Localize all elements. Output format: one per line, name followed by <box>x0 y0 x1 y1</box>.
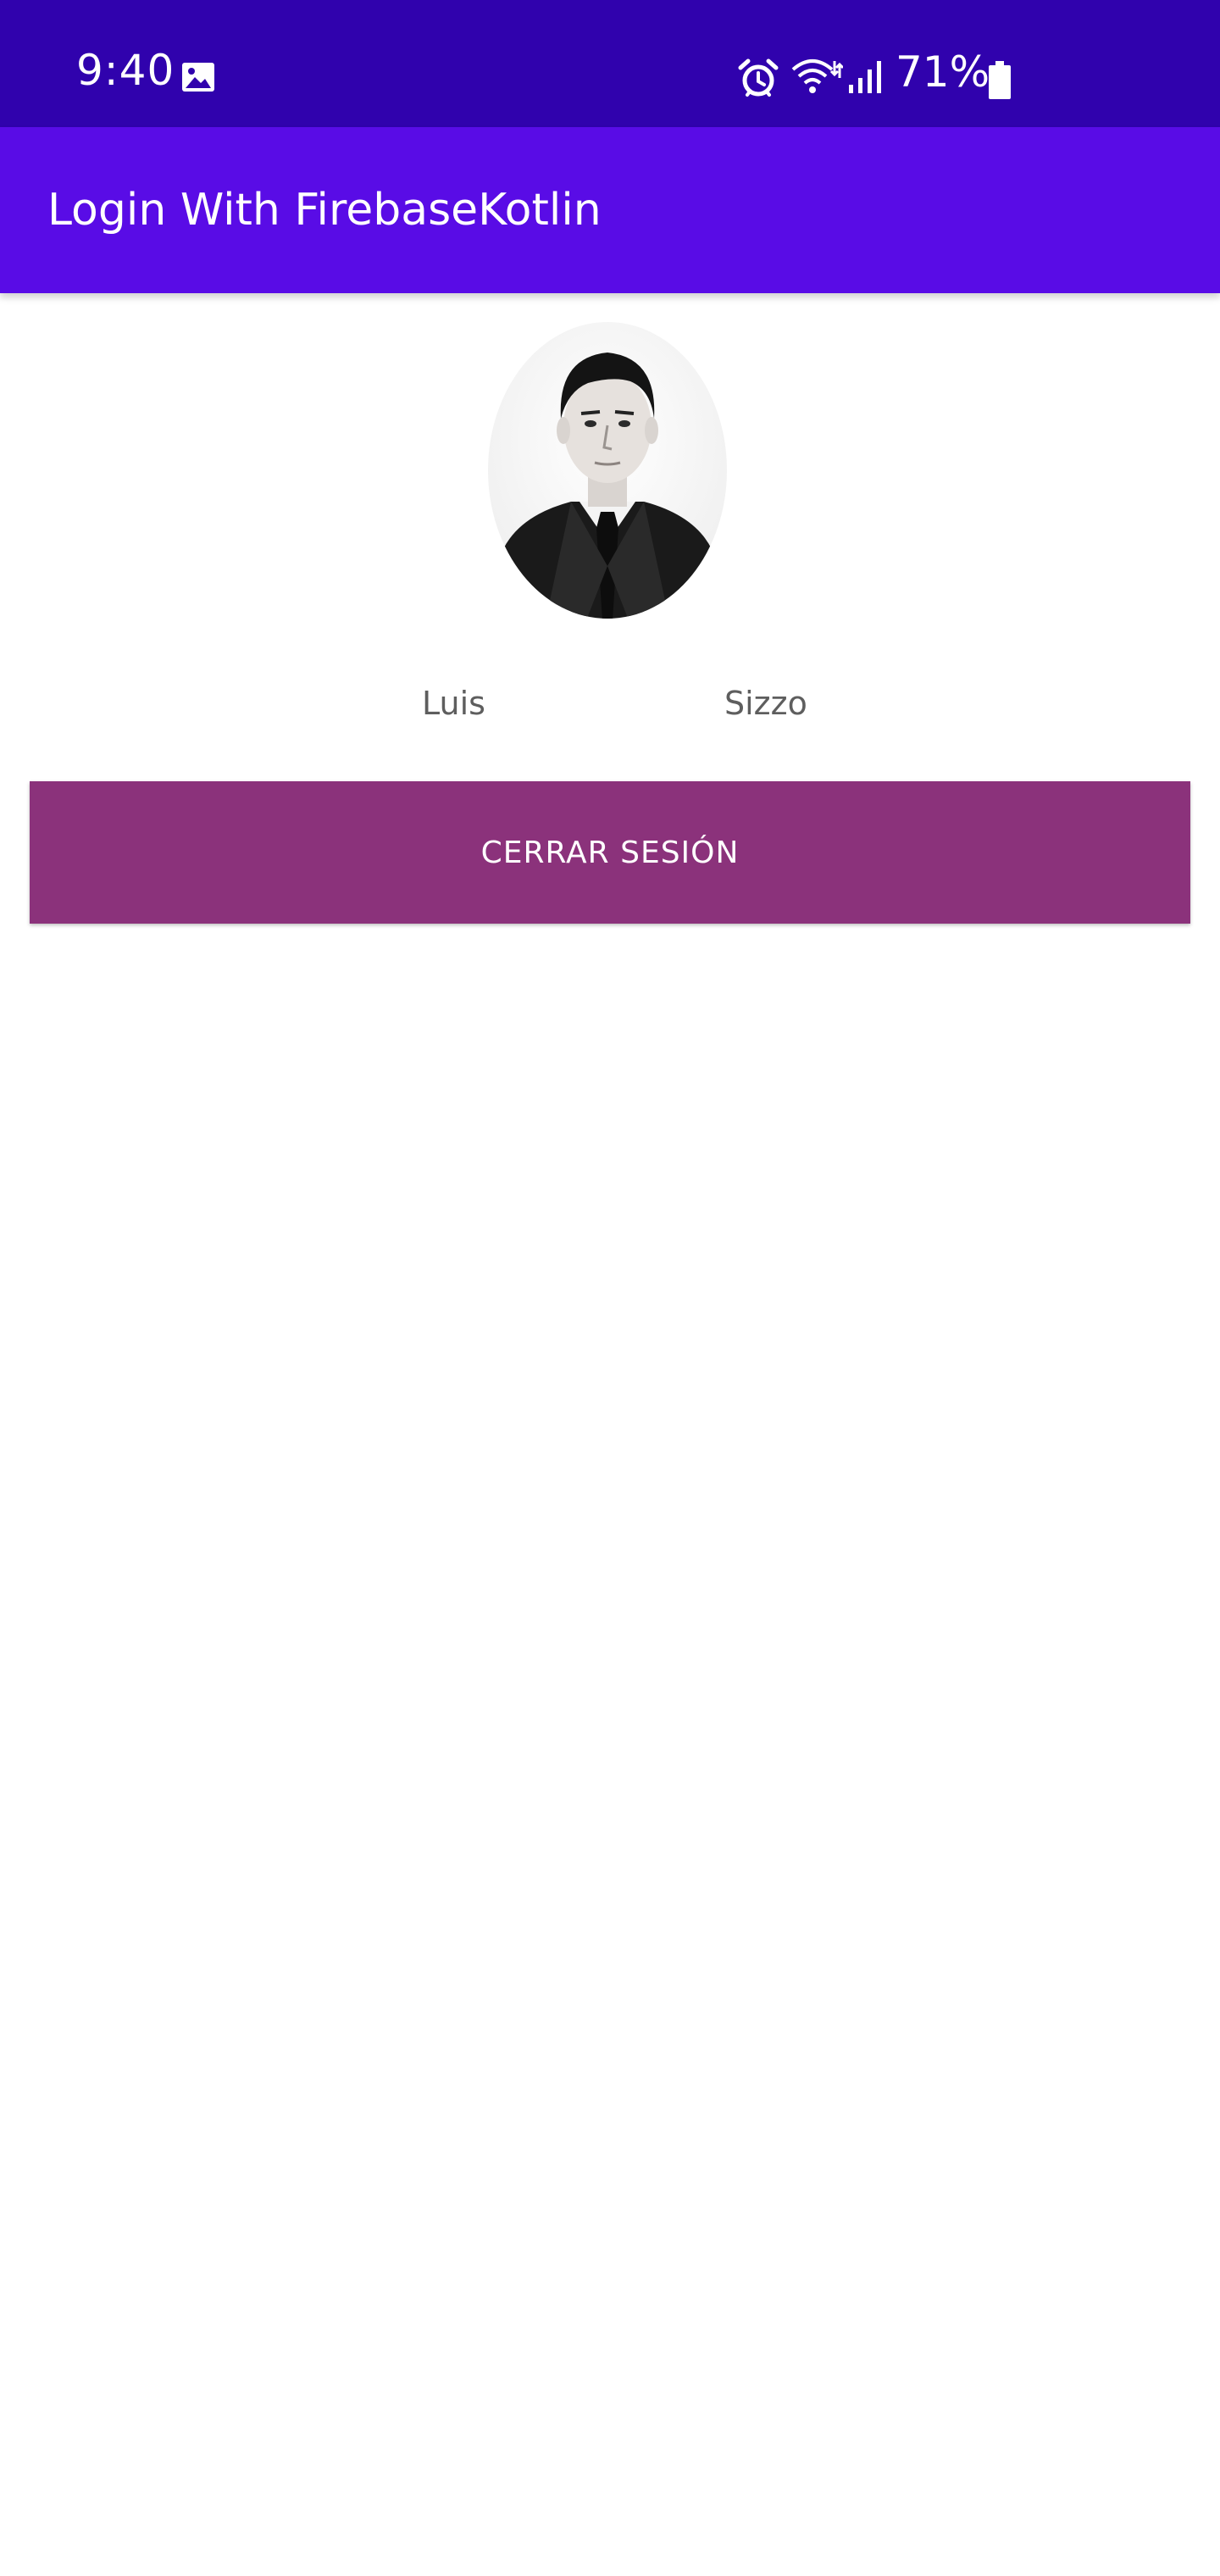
battery-percent: 71% <box>896 47 990 97</box>
first-name-label: Luis <box>422 685 485 722</box>
alarm-icon <box>738 58 779 97</box>
app-bar: Login With FirebaseKotlin <box>0 127 1220 293</box>
wifi-icon <box>791 59 843 93</box>
profile-photo <box>488 322 727 619</box>
signal-icon <box>849 61 881 93</box>
app-title: Login With FirebaseKotlin <box>47 185 602 236</box>
gallery-icon <box>182 63 214 92</box>
battery-icon <box>989 61 1011 99</box>
logout-button-label: CERRAR SESIÓN <box>480 835 740 870</box>
last-name-label: Sizzo <box>724 685 807 722</box>
status-bar: 9:40 71% <box>0 0 1220 127</box>
logout-button[interactable]: CERRAR SESIÓN <box>30 781 1190 924</box>
status-time: 9:40 <box>76 46 175 95</box>
